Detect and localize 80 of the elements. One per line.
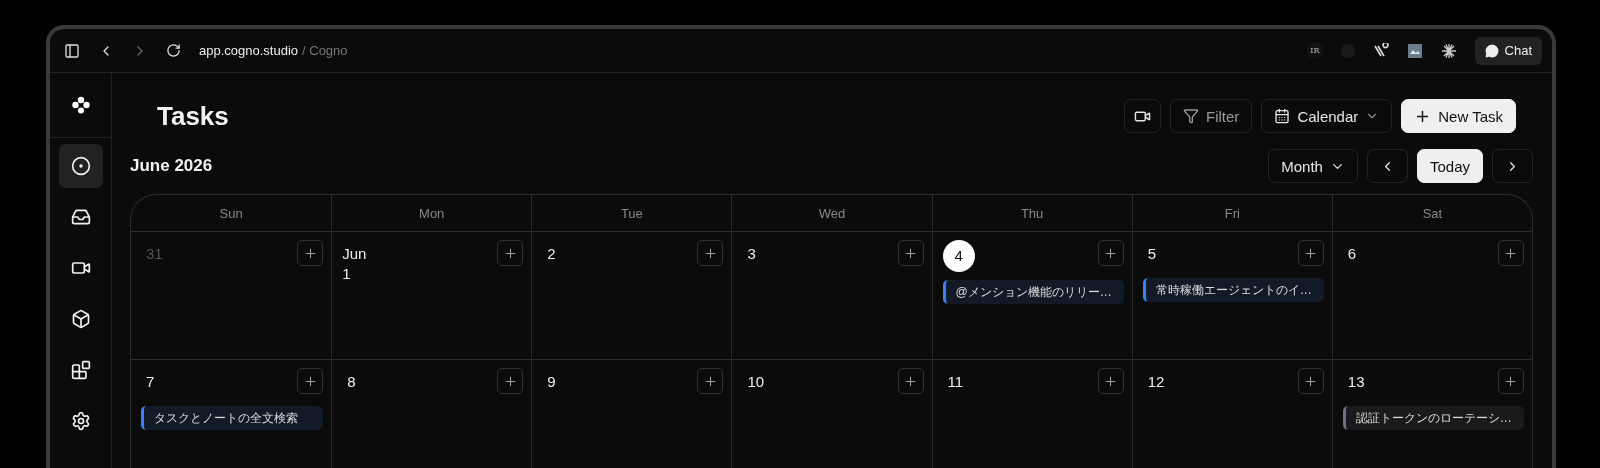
video-button[interactable] xyxy=(1124,99,1162,133)
target-nav-button[interactable] xyxy=(58,144,103,188)
plus-icon xyxy=(903,245,919,261)
add-task-button[interactable] xyxy=(497,368,524,394)
day-number: 5 xyxy=(1146,244,1157,264)
add-task-button[interactable] xyxy=(697,240,724,266)
weekday-header: Mon xyxy=(331,195,532,232)
url-text[interactable]: app.cogno.studio xyxy=(199,43,299,58)
day-number: 4 xyxy=(942,240,975,272)
task-chip[interactable]: @メンション機能のリリー… xyxy=(942,280,1124,304)
add-task-button[interactable] xyxy=(297,368,324,394)
day-number: 11 xyxy=(946,372,964,392)
sparkle-icon[interactable] xyxy=(1440,42,1457,59)
image-icon[interactable] xyxy=(1406,42,1423,59)
plus-icon xyxy=(1103,245,1119,261)
add-task-button[interactable] xyxy=(1097,368,1124,394)
day-number: 6 xyxy=(1346,244,1357,264)
plus-icon xyxy=(702,245,718,261)
chat-button[interactable]: Chat xyxy=(1474,36,1542,65)
plus-icon xyxy=(903,373,919,389)
add-task-button[interactable] xyxy=(1498,368,1524,394)
add-task-button[interactable] xyxy=(1498,240,1524,266)
task-chip[interactable]: 認証トークンのローテーシ… xyxy=(1342,406,1524,430)
add-task-button[interactable] xyxy=(897,368,924,394)
logo-icon xyxy=(70,95,91,115)
filter-icon xyxy=(1183,108,1200,124)
apps-icon xyxy=(70,360,91,380)
task-chip[interactable]: 常時稼働エージェントのイ… xyxy=(1142,278,1324,302)
add-task-button[interactable] xyxy=(297,240,324,266)
add-task-button[interactable] xyxy=(1097,240,1124,266)
add-task-button[interactable] xyxy=(897,240,924,266)
plus-icon xyxy=(702,373,718,389)
plus-icon xyxy=(302,245,318,261)
plus-icon xyxy=(1303,373,1319,389)
day-number: 3 xyxy=(746,244,756,264)
day-number: 31 xyxy=(145,244,163,264)
page-title: / Cogno xyxy=(302,43,348,58)
plus-icon xyxy=(502,373,518,389)
add-task-button[interactable] xyxy=(697,368,724,394)
filter-button[interactable]: Filter xyxy=(1170,99,1253,133)
day-number: 12 xyxy=(1146,372,1165,392)
weekday-header: Tue xyxy=(531,195,732,232)
inbox-icon xyxy=(70,207,91,227)
plus-icon xyxy=(1503,373,1519,389)
plus-icon xyxy=(1303,245,1319,261)
cube-icon xyxy=(70,309,91,329)
page-heading: Tasks xyxy=(157,100,229,132)
sidebar-toggle-icon[interactable] xyxy=(64,42,80,59)
target-icon xyxy=(70,156,91,176)
plus-icon xyxy=(1103,373,1119,389)
range-dropdown[interactable]: Month xyxy=(1268,149,1358,183)
day-number: 13 xyxy=(1346,372,1365,392)
calendar-icon xyxy=(1274,108,1291,124)
day-number: Jun 1 xyxy=(342,244,368,284)
weekday-header: Wed xyxy=(731,195,932,232)
plus-icon xyxy=(1503,245,1519,261)
today-button[interactable]: Today xyxy=(1416,149,1483,183)
weekday-header: Sat xyxy=(1331,195,1532,232)
speech-bubble-icon xyxy=(1484,43,1499,58)
pin-icon[interactable] xyxy=(1372,42,1389,59)
month-label: June 2026 xyxy=(130,156,213,176)
day-number: 8 xyxy=(346,372,356,392)
add-task-button[interactable] xyxy=(1297,368,1324,394)
plus-icon xyxy=(302,373,318,389)
weekday-header: Sun xyxy=(131,195,332,232)
settings-icon xyxy=(70,411,91,431)
extension-badge[interactable]: IR xyxy=(1307,43,1323,58)
add-task-button[interactable] xyxy=(497,240,524,266)
weekday-header: Thu xyxy=(931,195,1132,232)
reload-icon[interactable] xyxy=(166,43,181,58)
plus-icon xyxy=(502,245,518,261)
day-number: 9 xyxy=(546,372,556,392)
new-task-button[interactable]: New Task xyxy=(1401,99,1516,133)
view-dropdown[interactable]: Calendar xyxy=(1261,99,1393,133)
weekday-header: Fri xyxy=(1131,195,1332,232)
day-number: 7 xyxy=(145,372,155,392)
add-task-button[interactable] xyxy=(1297,240,1324,266)
day-number: 10 xyxy=(746,372,765,392)
day-number: 2 xyxy=(546,244,556,264)
task-chip[interactable]: タスクとノートの全文検索 xyxy=(141,406,324,430)
